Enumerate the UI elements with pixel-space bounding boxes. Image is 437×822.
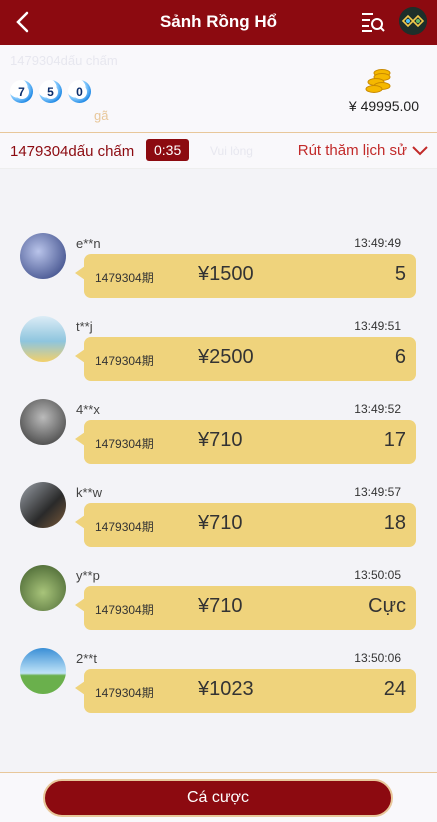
list-item: 4**x 13:49:52 1479304期 ¥710 17 bbox=[0, 396, 437, 476]
list-item: k**w 13:49:57 1479304期 ¥710 18 bbox=[0, 479, 437, 559]
ball-number: 0 bbox=[72, 84, 87, 99]
username: t**j bbox=[76, 319, 93, 334]
result-ball: 5 bbox=[39, 80, 62, 103]
list-item: 2**t 13:50:06 1479304期 ¥1023 24 bbox=[0, 645, 437, 725]
bet-bubble: 1479304期 ¥2500 6 bbox=[75, 337, 416, 381]
bet-amount: ¥710 bbox=[198, 595, 243, 617]
bet-period: 1479304期 bbox=[95, 603, 154, 617]
bet-bubble: 1479304期 ¥1500 5 bbox=[75, 254, 416, 298]
bet-bubble: 1479304期 ¥710 Cực bbox=[75, 586, 416, 630]
bet-time: 13:49:51 bbox=[354, 319, 401, 333]
faded-hint: Vui lòng bbox=[210, 144, 253, 158]
logo-icon[interactable] bbox=[399, 7, 427, 35]
place-bet-button[interactable]: Cá cược bbox=[43, 779, 393, 817]
bet-time: 13:50:06 bbox=[354, 651, 401, 665]
bet-amount: ¥710 bbox=[198, 429, 243, 451]
bet-period: 1479304期 bbox=[95, 271, 154, 285]
result-ball: 0 bbox=[68, 80, 91, 103]
top-bar: Sảnh Rồng Hổ bbox=[0, 0, 437, 45]
bottom-bar: Cá cược bbox=[0, 772, 437, 822]
bet-choice: 18 bbox=[383, 512, 406, 534]
result-panel: 1479304dấu chấm 7 5 0 gã ¥ 49995.00 bbox=[0, 45, 437, 133]
bet-amount: ¥2500 bbox=[198, 346, 254, 368]
bet-amount: ¥1500 bbox=[198, 263, 254, 285]
result-balls: 7 5 0 bbox=[10, 80, 91, 103]
username: k**w bbox=[76, 485, 103, 500]
avatar bbox=[20, 399, 66, 445]
username: 4**x bbox=[76, 402, 100, 417]
bet-period: 1479304期 bbox=[95, 354, 154, 368]
ball-number: 5 bbox=[43, 84, 58, 99]
ball-number: 7 bbox=[14, 84, 29, 99]
coins-icon bbox=[365, 69, 391, 93]
bet-choice: 6 bbox=[394, 346, 406, 368]
current-period: 1479304dấu chấm bbox=[10, 143, 135, 160]
bet-bubble: 1479304期 ¥710 17 bbox=[75, 420, 416, 464]
chevron-down-icon[interactable] bbox=[411, 144, 429, 158]
bet-amount: ¥710 bbox=[198, 512, 243, 534]
avatar bbox=[20, 482, 66, 528]
period-bar: 1479304dấu chấm 0:35 Vui lòng Rút thăm l… bbox=[0, 133, 437, 169]
avatar bbox=[20, 648, 66, 694]
bet-time: 13:49:49 bbox=[354, 236, 401, 250]
draw-history-link[interactable]: Rút thăm lịch sử bbox=[298, 142, 407, 159]
countdown-timer: 0:35 bbox=[146, 139, 190, 161]
bet-period: 1479304期 bbox=[95, 686, 154, 700]
balance-amount: ¥ 49995.00 bbox=[348, 98, 419, 114]
bet-time: 13:50:05 bbox=[354, 568, 401, 582]
avatar bbox=[20, 233, 66, 279]
bet-choice: Cực bbox=[368, 595, 406, 617]
last-period-label: 1479304dấu chấm bbox=[10, 53, 118, 68]
bet-period: 1479304期 bbox=[95, 437, 154, 451]
bet-choice: 24 bbox=[383, 678, 406, 700]
username: 2**t bbox=[76, 651, 97, 666]
bet-choice: 17 bbox=[383, 429, 406, 451]
avatar bbox=[20, 316, 66, 362]
bet-time: 13:49:52 bbox=[354, 402, 401, 416]
bet-period: 1479304期 bbox=[95, 520, 154, 534]
bet-choice: 5 bbox=[394, 263, 406, 285]
list-item: t**j 13:49:51 1479304期 ¥2500 6 bbox=[0, 313, 437, 393]
bet-bubble: 1479304期 ¥710 18 bbox=[75, 503, 416, 547]
list-item: e**n 13:49:49 1479304期 ¥1500 5 bbox=[0, 230, 437, 310]
list-search-icon[interactable] bbox=[360, 9, 386, 35]
bet-amount: ¥1023 bbox=[198, 678, 254, 700]
result-sub-label: gã bbox=[94, 108, 109, 123]
bet-time: 13:49:57 bbox=[354, 485, 401, 499]
app-root: Sảnh Rồng Hổ 1479304dấu chấm 7 5 0 gã ¥ … bbox=[0, 0, 437, 822]
username: e**n bbox=[76, 236, 101, 251]
result-ball: 7 bbox=[10, 80, 33, 103]
list-item: y**p 13:50:05 1479304期 ¥710 Cực bbox=[0, 562, 437, 642]
bet-bubble: 1479304期 ¥1023 24 bbox=[75, 669, 416, 713]
avatar bbox=[20, 565, 66, 611]
username: y**p bbox=[76, 568, 100, 583]
